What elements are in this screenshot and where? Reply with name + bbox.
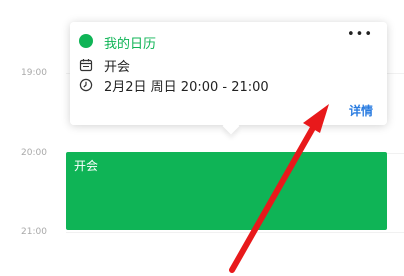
calendar-icon	[79, 58, 93, 72]
clock-icon	[79, 78, 93, 92]
details-link[interactable]: 详情	[349, 102, 373, 119]
calendar-color-dot	[79, 34, 93, 48]
popup-body: 我的日历 ••• 开会 2月2日 周日 20:00 - 21:00 详情	[70, 22, 387, 125]
time-label-21: 21:00	[21, 227, 47, 237]
calendar-name: 我的日历	[104, 37, 157, 52]
event-title: 开会	[104, 60, 131, 75]
hour-gridline-21	[66, 232, 404, 233]
event-time: 2月2日 周日 20:00 - 21:00	[104, 80, 269, 95]
event-block[interactable]: 开会	[66, 152, 387, 230]
event-popup: 我的日历 ••• 开会 2月2日 周日 20:00 - 21:00 详情	[70, 22, 387, 135]
time-label-19: 19:00	[21, 68, 47, 78]
time-label-20: 20:00	[21, 148, 47, 158]
more-options-icon[interactable]: •••	[347, 28, 373, 41]
event-block-title: 开会	[74, 159, 99, 173]
